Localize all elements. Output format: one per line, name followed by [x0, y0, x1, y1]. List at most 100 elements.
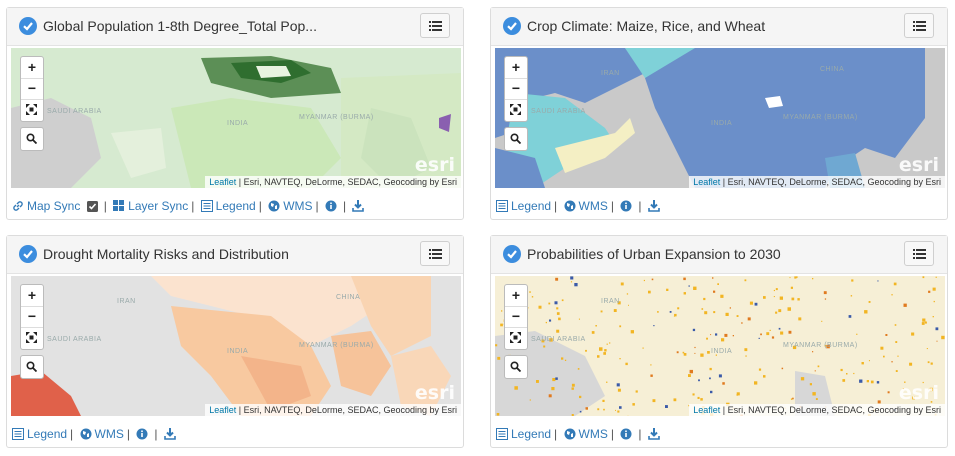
urban-speckle: [713, 290, 716, 293]
wms-link[interactable]: WMS: [579, 199, 608, 213]
fullscreen-icon[interactable]: [505, 327, 527, 348]
download-icon[interactable]: [647, 428, 660, 440]
urban-speckle: [701, 308, 704, 310]
map-view[interactable]: IRAN SAUDI ARABIA CHINA INDIA MYANMAR (B…: [11, 276, 461, 416]
urban-speckle: [710, 334, 712, 336]
map-label: CHINA: [820, 66, 845, 73]
fullscreen-icon[interactable]: [21, 327, 43, 348]
info-icon[interactable]: [620, 428, 632, 440]
fullscreen-icon[interactable]: [21, 99, 43, 120]
urban-speckle: [848, 315, 852, 318]
map-label: INDIA: [711, 120, 733, 127]
map-label: INDIA: [227, 120, 249, 127]
map-search-button[interactable]: [20, 127, 44, 151]
leaflet-link[interactable]: Leaflet: [209, 405, 236, 415]
zoom-out-button[interactable]: −: [505, 78, 527, 100]
urban-speckle: [613, 309, 617, 312]
urban-speckle: [538, 305, 542, 309]
globe-icon: [564, 200, 576, 212]
urban-speckle: [497, 356, 501, 360]
urban-speckle: [747, 317, 751, 321]
urban-speckle: [868, 360, 870, 362]
urban-speckle: [911, 332, 915, 336]
map-view[interactable]: SAUDI ARABIA INDIA MYANMAR (BURMA) + − e…: [11, 48, 461, 188]
urban-speckle: [936, 340, 938, 342]
download-icon[interactable]: [352, 200, 365, 212]
urban-speckle: [895, 370, 898, 372]
list-menu-button[interactable]: [904, 241, 934, 266]
leaflet-link[interactable]: Leaflet: [693, 177, 720, 187]
map-label: INDIA: [711, 348, 733, 355]
map-sync-link[interactable]: Map Sync: [27, 199, 80, 213]
info-icon[interactable]: [325, 200, 337, 212]
check-circle-icon[interactable]: [19, 245, 37, 263]
fullscreen-icon[interactable]: [505, 99, 527, 120]
urban-speckle: [692, 328, 696, 332]
urban-speckle: [812, 278, 814, 280]
zoom-out-button[interactable]: −: [21, 306, 43, 328]
urban-speckle: [717, 283, 719, 285]
urban-speckle: [927, 361, 930, 364]
separator: |: [638, 427, 642, 441]
separator: |: [191, 199, 195, 213]
zoom-out-button[interactable]: −: [505, 306, 527, 328]
urban-speckle: [775, 288, 778, 291]
urban-speckle: [677, 307, 680, 310]
wms-link[interactable]: WMS: [95, 427, 124, 441]
leaflet-link[interactable]: Leaflet: [209, 177, 236, 187]
urban-speckle: [791, 297, 795, 301]
list-menu-button[interactable]: [420, 13, 450, 38]
checkbox-checked-icon[interactable]: [86, 201, 98, 212]
legend-link[interactable]: Legend: [27, 427, 67, 441]
check-circle-icon[interactable]: [503, 245, 521, 263]
download-icon[interactable]: [163, 428, 176, 440]
urban-speckle: [609, 342, 611, 344]
urban-speckle: [571, 414, 574, 416]
zoom-in-button[interactable]: +: [505, 285, 527, 307]
zoom-out-button[interactable]: −: [21, 78, 43, 100]
search-icon: [26, 133, 37, 144]
urban-speckle: [736, 394, 739, 396]
map-label: SAUDI ARABIA: [47, 336, 102, 343]
separator: |: [554, 199, 558, 213]
map-search-button[interactable]: [20, 355, 44, 379]
urban-speckle: [928, 290, 931, 293]
map-view[interactable]: IRAN SAUDI ARABIA INDIA MYANMAR (BURMA) …: [495, 276, 945, 416]
map-label: CHINA: [336, 294, 361, 301]
list-menu-button[interactable]: [420, 241, 450, 266]
map-view[interactable]: IRAN CHINA SAUDI ARABIA INDIA MYANMAR (B…: [495, 48, 945, 188]
urban-speckle: [579, 410, 582, 413]
urban-speckle: [603, 408, 605, 411]
zoom-in-button[interactable]: +: [21, 57, 43, 79]
layer-sync-link[interactable]: Layer Sync: [128, 199, 188, 213]
urban-speckle: [500, 323, 503, 327]
map-label: SAUDI ARABIA: [531, 108, 586, 115]
leaflet-link[interactable]: Leaflet: [693, 405, 720, 415]
download-icon[interactable]: [647, 200, 660, 212]
legend-link[interactable]: Legend: [216, 199, 256, 213]
legend-link[interactable]: Legend: [511, 427, 551, 441]
list-menu-button[interactable]: [904, 13, 934, 38]
urban-speckle: [760, 333, 762, 336]
urban-speckle: [754, 381, 758, 385]
map-search-button[interactable]: [504, 127, 528, 151]
urban-speckle: [683, 292, 686, 295]
urban-speckle: [736, 315, 739, 317]
wms-link[interactable]: WMS: [283, 199, 312, 213]
urban-speckle: [856, 333, 858, 335]
check-circle-icon[interactable]: [503, 17, 521, 35]
grid-icon: [113, 200, 125, 211]
info-icon[interactable]: [620, 200, 632, 212]
urban-speckle: [700, 353, 704, 357]
zoom-in-button[interactable]: +: [21, 285, 43, 307]
map-search-button[interactable]: [504, 355, 528, 379]
check-circle-icon[interactable]: [19, 17, 37, 35]
wms-link[interactable]: WMS: [579, 427, 608, 441]
esri-logo: esri: [898, 154, 939, 176]
info-icon[interactable]: [136, 428, 148, 440]
zoom-control: + −: [504, 56, 528, 122]
urban-speckle: [551, 387, 555, 391]
legend-link[interactable]: Legend: [511, 199, 551, 213]
zoom-in-button[interactable]: +: [505, 57, 527, 79]
urban-speckle: [729, 307, 731, 309]
